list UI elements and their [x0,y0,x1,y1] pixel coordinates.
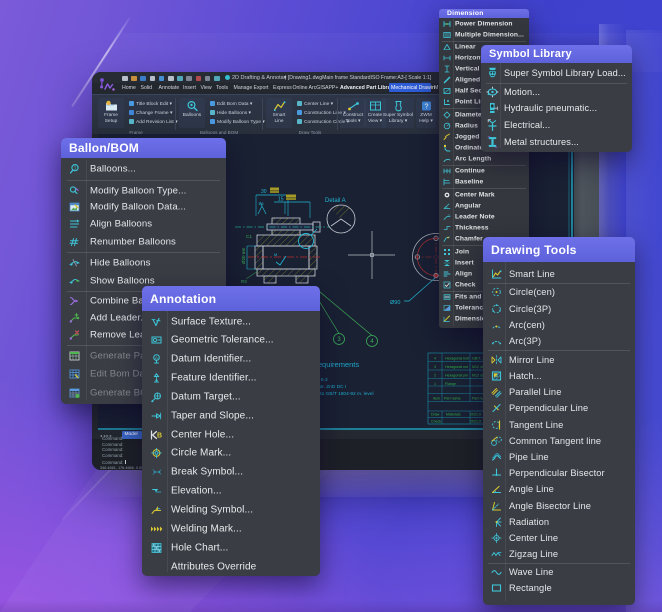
svg-text:3: 3 [434,365,436,369]
svg-text:GB/T...: GB/T... [472,357,483,361]
svg-text:4: 4 [434,357,436,361]
svg-text:A: A [155,355,158,360]
svg-text:2021.0: 2021.0 [470,420,481,424]
svg-text:R3: R3 [241,279,247,284]
svg-text:2: 2 [434,374,436,378]
svg-text:C1: C1 [246,234,252,239]
svg-text:1.6: 1.6 [258,201,264,206]
svg-text:1: 1 [434,382,436,386]
svg-text:Hexagonal pin: Hexagonal pin [445,374,468,378]
svg-text:Check: Check [431,420,441,424]
svg-text:Flange: Flange [445,382,456,386]
svg-text:M: M [274,252,277,257]
svg-text:Item: Item [433,397,440,401]
svg-text:Hexagonal nut: Hexagonal nut [445,365,468,369]
svg-text:Hexagonal bolt: Hexagonal bolt [445,357,469,361]
svg-text:B: B [157,432,162,439]
svg-text:30: 30 [261,189,267,195]
svg-text:Part name: Part name [444,397,461,401]
svg-text:3: 3 [337,337,341,343]
svg-text:?: ? [424,104,428,111]
svg-text:15: 15 [278,197,284,203]
svg-text:Draw: Draw [431,413,440,417]
svg-text:1: 1 [74,166,77,172]
svg-text:Detail A: Detail A [325,198,346,204]
svg-text:2021.0: 2021.0 [470,413,481,417]
svg-text:Ø20 m6: Ø20 m6 [241,247,246,264]
svg-text:Ø90: Ø90 [390,300,400,306]
svg-text:4: 4 [370,339,374,345]
svg-text:Materials: Materials [446,413,461,417]
